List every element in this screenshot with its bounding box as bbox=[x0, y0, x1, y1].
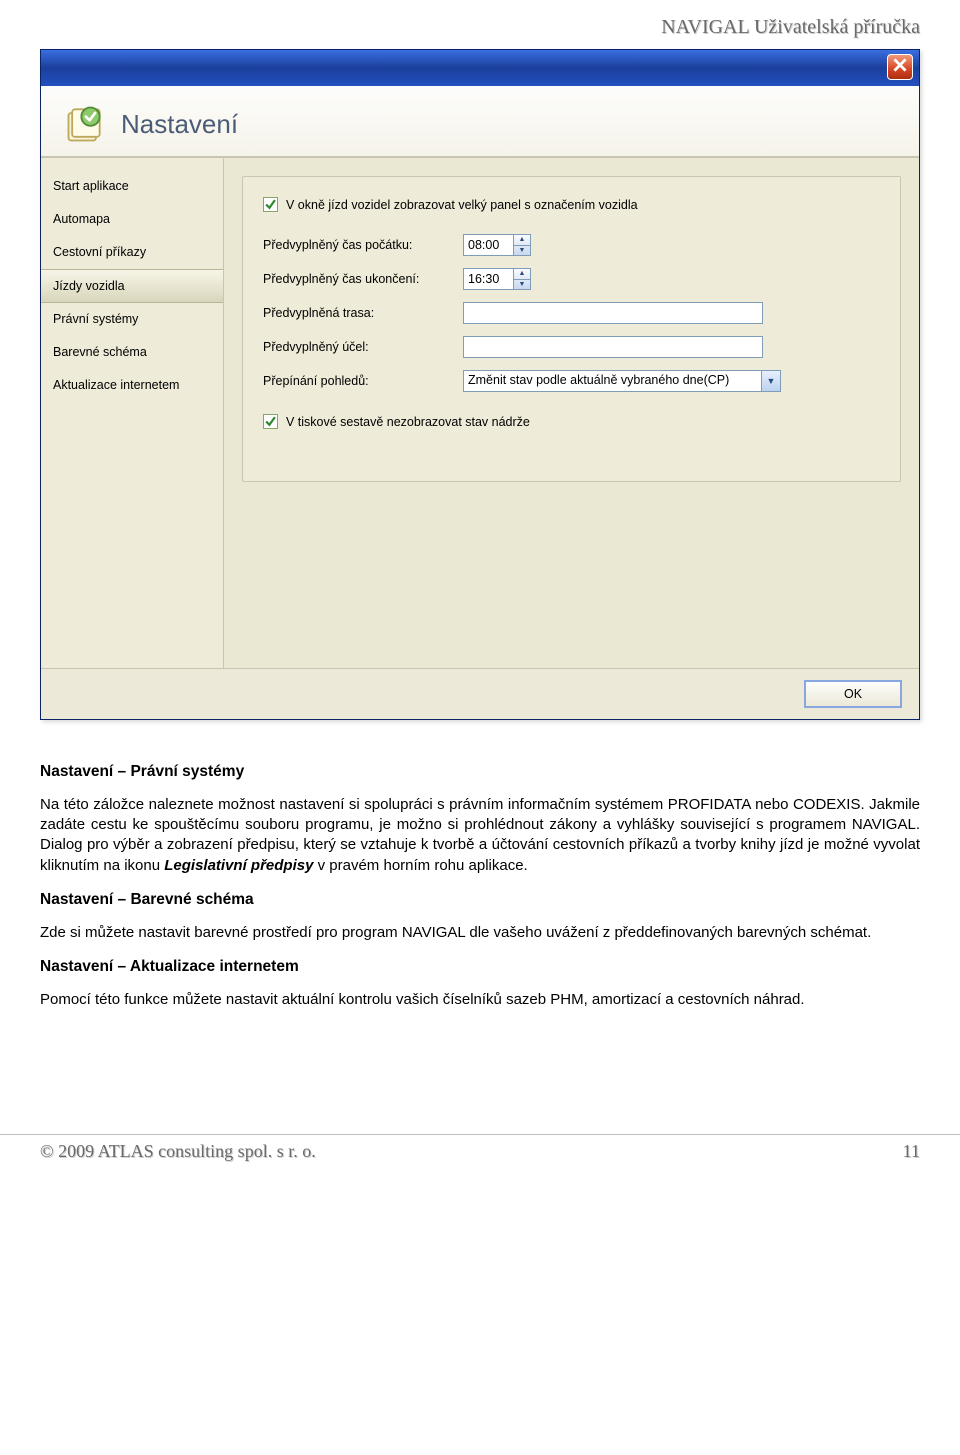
settings-content: V okně jízd vozidel zobrazovat velký pan… bbox=[223, 158, 919, 668]
end-time-spinner[interactable]: ▲▼ bbox=[513, 268, 531, 290]
sidebar-item-4[interactable]: Právní systémy bbox=[41, 303, 223, 336]
switch-views-label: Přepínání pohledů: bbox=[263, 374, 453, 388]
footer-copyright: © 2009 ATLAS consulting spol. s r. o. bbox=[40, 1141, 316, 1162]
page-footer: © 2009 ATLAS consulting spol. s r. o. 11 bbox=[0, 1134, 960, 1182]
start-time-label: Předvyplněný čas počátku: bbox=[263, 238, 453, 252]
checkbox-label: V tiskové sestavě nezobrazovat stav nádr… bbox=[286, 415, 530, 429]
paragraph: Zde si můžete nastavit barevné prostředí… bbox=[40, 923, 920, 943]
sidebar-item-3[interactable]: Jízdy vozidla bbox=[41, 269, 223, 303]
section-heading-update: Nastavení – Aktualizace internetem bbox=[40, 957, 920, 978]
start-time-spinner[interactable]: ▲▼ bbox=[513, 234, 531, 256]
end-time-input[interactable] bbox=[463, 268, 513, 290]
show-vehicle-panel-checkbox[interactable] bbox=[263, 197, 278, 212]
start-time-input[interactable] bbox=[463, 234, 513, 256]
paragraph: Pomocí této funkce můžete nastavit aktuá… bbox=[40, 990, 920, 1010]
manual-body: Nastavení – Právní systémy Na této zálož… bbox=[0, 720, 960, 1034]
sidebar-item-6[interactable]: Aktualizace internetem bbox=[41, 369, 223, 402]
paragraph: Na této záložce naleznete možnost nastav… bbox=[40, 795, 920, 876]
footer-page-number: 11 bbox=[903, 1141, 920, 1162]
route-label: Předvyplněná trasa: bbox=[263, 306, 453, 320]
ok-button[interactable]: OK bbox=[805, 681, 901, 707]
section-heading-legal: Nastavení – Právní systémy bbox=[40, 762, 920, 783]
dialog-title: Nastavení bbox=[121, 109, 238, 140]
sidebar-item-0[interactable]: Start aplikace bbox=[41, 170, 223, 203]
dialog-button-bar: OK bbox=[41, 668, 919, 719]
settings-sidebar: Start aplikaceAutomapaCestovní příkazyJí… bbox=[41, 158, 223, 668]
legislative-link-text: Legislativní předpisy bbox=[164, 857, 313, 874]
page-header: NAVIGAL Uživatelská příručka bbox=[0, 0, 960, 49]
section-heading-colors: Nastavení – Barevné schéma bbox=[40, 890, 920, 911]
dialog-header: Nastavení bbox=[41, 86, 919, 156]
purpose-label: Předvyplněný účel: bbox=[263, 340, 453, 354]
form-panel: V okně jízd vozidel zobrazovat velký pan… bbox=[242, 176, 901, 482]
purpose-input[interactable] bbox=[463, 336, 763, 358]
hide-tank-status-checkbox[interactable] bbox=[263, 414, 278, 429]
chevron-down-icon[interactable]: ▼ bbox=[761, 370, 781, 392]
route-input[interactable] bbox=[463, 302, 763, 324]
settings-icon bbox=[63, 102, 107, 146]
settings-dialog: Nastavení Start aplikaceAutomapaCestovní… bbox=[40, 49, 920, 720]
titlebar bbox=[41, 50, 919, 86]
sidebar-item-1[interactable]: Automapa bbox=[41, 203, 223, 236]
switch-views-combo[interactable]: Změnit stav podle aktuálně vybraného dne… bbox=[463, 370, 761, 392]
sidebar-item-2[interactable]: Cestovní příkazy bbox=[41, 236, 223, 269]
sidebar-item-5[interactable]: Barevné schéma bbox=[41, 336, 223, 369]
checkbox-label: V okně jízd vozidel zobrazovat velký pan… bbox=[286, 198, 638, 212]
close-icon bbox=[893, 58, 907, 77]
end-time-label: Předvyplněný čas ukončení: bbox=[263, 272, 453, 286]
close-button[interactable] bbox=[887, 54, 913, 80]
